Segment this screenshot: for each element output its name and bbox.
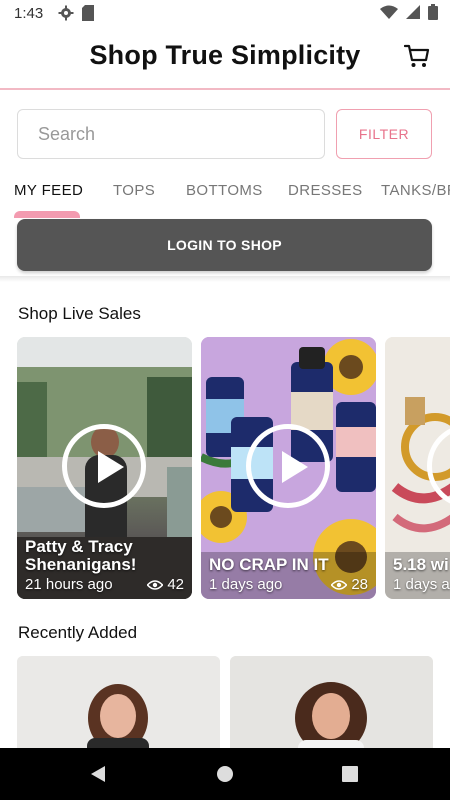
system-nav-bar <box>0 748 450 800</box>
tab-tanks[interactable]: TANKS/BR <box>381 182 450 199</box>
login-to-shop-button[interactable]: LOGIN TO SHOP <box>17 219 432 271</box>
filter-button[interactable]: FILTER <box>336 109 432 159</box>
live-sale-title: NO CRAP IN IT <box>209 555 329 574</box>
cart-icon[interactable] <box>404 43 430 69</box>
live-sale-views: 28 <box>351 576 368 593</box>
search-input[interactable]: Search <box>17 109 325 159</box>
status-bar: 1:43 <box>0 0 450 26</box>
active-tab-indicator <box>14 211 80 218</box>
tab-tops[interactable]: TOPS <box>113 182 155 199</box>
status-time: 1:43 <box>14 5 44 22</box>
eye-icon <box>331 579 348 590</box>
battery-icon <box>428 4 438 20</box>
tab-bottoms[interactable]: BOTTOMS <box>186 182 263 199</box>
recent-product-card[interactable] <box>17 656 220 756</box>
recently-added-heading: Recently Added <box>18 623 138 642</box>
tab-my-feed[interactable]: MY FEED <box>14 182 83 199</box>
page-title: Shop True Simplicity <box>89 40 361 70</box>
back-icon[interactable] <box>89 765 107 783</box>
signal-icon <box>406 5 420 19</box>
play-icon[interactable] <box>246 424 330 508</box>
live-sale-time: 1 days ago <box>209 576 283 593</box>
eye-icon <box>147 579 164 590</box>
live-sale-time: 1 days a <box>393 576 450 593</box>
product-thumbnail <box>230 656 433 756</box>
live-sale-title: Patty & Tracy Shenanigans! <box>25 537 137 574</box>
play-icon[interactable] <box>62 424 146 508</box>
live-sale-card[interactable]: 5.18 wi 1 days a <box>385 337 450 599</box>
section-divider <box>0 276 450 282</box>
wifi-icon <box>380 5 398 19</box>
live-sale-views: 42 <box>167 576 184 593</box>
tab-dresses[interactable]: DRESSES <box>288 182 363 199</box>
live-sale-card[interactable]: Patty & Tracy Shenanigans! 21 hours ago … <box>17 337 192 599</box>
recent-product-card[interactable] <box>230 656 433 756</box>
app-header: Shop True Simplicity <box>0 26 450 90</box>
live-sale-title: 5.18 wi <box>393 555 449 574</box>
sd-card-icon <box>82 5 94 21</box>
product-thumbnail <box>17 656 220 756</box>
live-sale-time: 21 hours ago <box>25 576 113 593</box>
status-notification-icons <box>58 5 94 21</box>
recents-icon[interactable] <box>342 766 358 782</box>
live-sales-heading: Shop Live Sales <box>18 304 141 323</box>
settings-icon <box>58 5 74 21</box>
home-icon[interactable] <box>216 765 234 783</box>
live-sale-card[interactable]: NO CRAP IN IT 1 days ago 28 <box>201 337 376 599</box>
